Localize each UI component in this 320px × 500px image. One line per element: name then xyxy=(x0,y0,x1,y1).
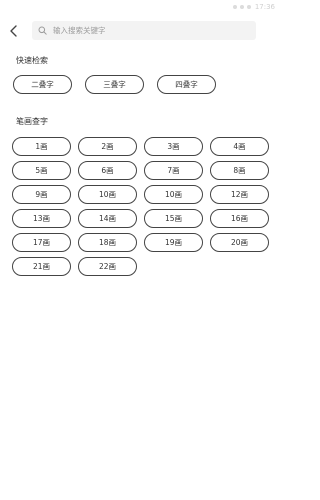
wifi-icon xyxy=(239,5,244,9)
stroke-item[interactable]: 15画 xyxy=(144,209,203,228)
stroke-item[interactable]: 12画 xyxy=(210,185,269,204)
signal-icon xyxy=(232,5,237,9)
stroke-item[interactable]: 10画 xyxy=(78,185,137,204)
stroke-item[interactable]: 3画 xyxy=(144,137,203,156)
status-indicators xyxy=(232,5,251,9)
stroke-item[interactable]: 1画 xyxy=(12,137,71,156)
stroke-item[interactable]: 2画 xyxy=(78,137,137,156)
stroke-item[interactable]: 21画 xyxy=(12,257,71,276)
stroke-item[interactable]: 7画 xyxy=(144,161,203,180)
stroke-item[interactable]: 4画 xyxy=(210,137,269,156)
stroke-item[interactable]: 18画 xyxy=(78,233,137,252)
stroke-item[interactable]: 17画 xyxy=(12,233,71,252)
chevron-left-icon xyxy=(9,25,17,37)
quick-search-list: 二叠字 三叠字 四叠字 xyxy=(13,75,216,94)
stroke-item[interactable]: 14画 xyxy=(78,209,137,228)
stroke-item[interactable]: 8画 xyxy=(210,161,269,180)
status-icons: 17:36 xyxy=(232,2,275,12)
stroke-item[interactable]: 5画 xyxy=(12,161,71,180)
stroke-item[interactable]: 22画 xyxy=(78,257,137,276)
quick-search-item[interactable]: 二叠字 xyxy=(13,75,72,94)
search-bar[interactable] xyxy=(32,21,256,40)
stroke-item[interactable]: 16画 xyxy=(210,209,269,228)
status-bar: 17:36 xyxy=(0,0,281,14)
stroke-search-title: 笔画查字 xyxy=(16,117,48,126)
stroke-item[interactable]: 13画 xyxy=(12,209,71,228)
status-time: 17:36 xyxy=(254,3,275,11)
search-icon xyxy=(38,26,47,35)
stroke-item[interactable]: 9画 xyxy=(12,185,71,204)
stroke-item[interactable]: 19画 xyxy=(144,233,203,252)
stroke-item[interactable]: 6画 xyxy=(78,161,137,180)
stroke-search-grid: 1画 2画 3画 4画 5画 6画 7画 8画 9画 10画 10画 12画 1… xyxy=(12,137,269,276)
back-button[interactable] xyxy=(4,20,22,42)
battery-icon xyxy=(246,5,251,9)
quick-search-item[interactable]: 四叠字 xyxy=(157,75,216,94)
stroke-item[interactable]: 20画 xyxy=(210,233,269,252)
quick-search-item[interactable]: 三叠字 xyxy=(85,75,144,94)
search-input[interactable] xyxy=(53,22,243,39)
quick-search-title: 快速检索 xyxy=(16,56,48,65)
stroke-item[interactable]: 10画 xyxy=(144,185,203,204)
